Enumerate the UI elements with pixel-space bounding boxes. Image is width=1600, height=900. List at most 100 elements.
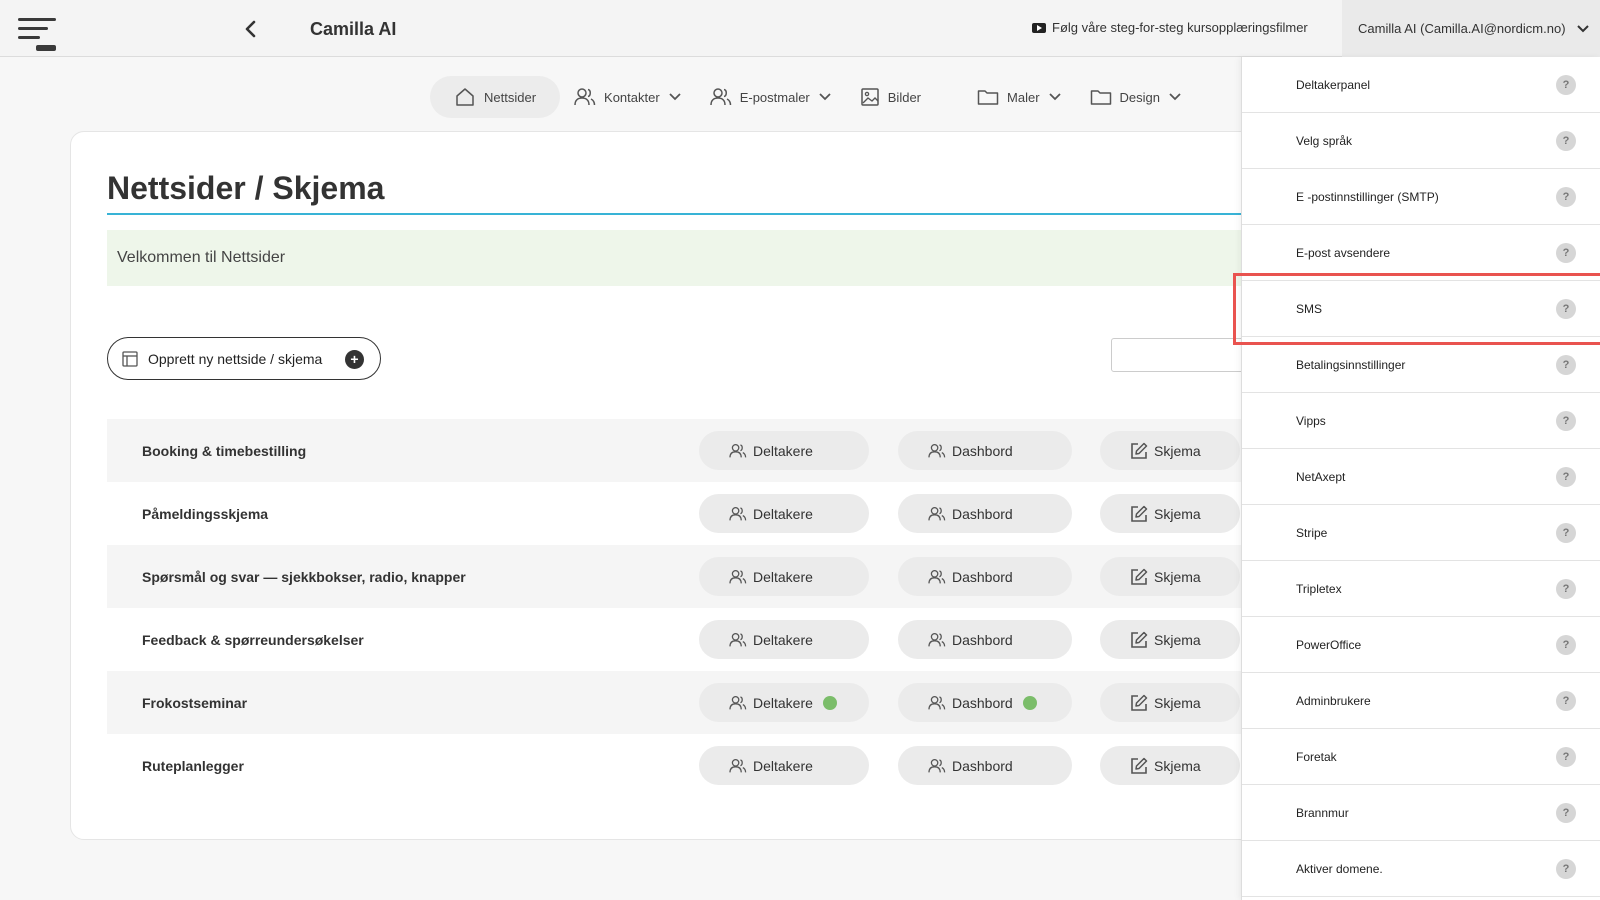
row-title[interactable]: Feedback & spørreundersøkelser xyxy=(142,632,364,648)
nav-item-kontakter[interactable]: Kontakter xyxy=(560,76,696,118)
row-title[interactable]: Frokostseminar xyxy=(142,695,247,711)
participants-label: Deltakere xyxy=(753,694,813,711)
settings-item-adminbrukere[interactable]: Adminbrukere? xyxy=(1242,673,1600,729)
help-icon[interactable]: ? xyxy=(1556,691,1576,711)
help-icon[interactable]: ? xyxy=(1556,411,1576,431)
dashboard-label: Dashbord xyxy=(952,631,1013,648)
form-button[interactable]: Skjema xyxy=(1100,494,1240,533)
settings-item-label: Tripletex xyxy=(1296,581,1342,596)
help-icon[interactable]: ? xyxy=(1556,803,1576,823)
user-menu-button[interactable]: Camilla AI (Camilla.AI@nordicm.no) xyxy=(1342,0,1600,57)
table-row: Booking & timebestilling Deltakere Dashbor… xyxy=(107,419,1271,482)
help-icon[interactable]: ? xyxy=(1556,523,1576,543)
users-icon xyxy=(729,632,747,646)
participants-button[interactable]: Deltakere xyxy=(699,557,869,596)
form-button[interactable]: Skjema xyxy=(1100,683,1240,722)
nav-item-label: Design xyxy=(1119,89,1160,105)
users-icon xyxy=(729,443,747,457)
dashboard-button[interactable]: Dashbord xyxy=(898,683,1072,722)
dashboard-label: Dashbord xyxy=(952,568,1013,585)
form-label: Skjema xyxy=(1154,694,1201,711)
nav-item-label: E-postmaler xyxy=(739,89,810,105)
settings-item-label: Brannmur xyxy=(1296,805,1349,820)
settings-item-label: Aktiver domene. xyxy=(1296,861,1383,876)
users-icon xyxy=(928,506,946,520)
dashboard-label: Dashbord xyxy=(952,757,1013,774)
tutorial-link[interactable]: Følg våre steg-for-steg kursopplæringsfi… xyxy=(1032,20,1308,35)
participants-button[interactable]: Deltakere xyxy=(699,746,869,785)
settings-item-netaxept[interactable]: NetAxept? xyxy=(1242,449,1600,505)
chevron-down-icon xyxy=(669,93,681,101)
back-arrow-icon[interactable] xyxy=(240,18,262,40)
menu-icon[interactable] xyxy=(16,16,58,52)
row-title[interactable]: Spørsmål og svar — sjekkbokser, radio, k… xyxy=(142,569,466,585)
help-icon[interactable]: ? xyxy=(1556,299,1576,319)
settings-item-aktiver-domene[interactable]: Aktiver domene.? xyxy=(1242,841,1600,897)
nav-item-label: Bilder xyxy=(887,89,922,105)
edit-icon xyxy=(1131,442,1148,459)
users-icon xyxy=(928,695,946,709)
nav-item-maler[interactable]: Maler xyxy=(963,76,1076,118)
settings-item-label: Foretak xyxy=(1296,749,1337,764)
form-button[interactable]: Skjema xyxy=(1100,557,1240,596)
row-title[interactable]: Booking & timebestilling xyxy=(142,443,306,459)
settings-item-poweroffice[interactable]: PowerOffice? xyxy=(1242,617,1600,673)
youtube-icon xyxy=(1032,22,1046,33)
settings-item-label: E-post avsendere xyxy=(1296,245,1391,260)
settings-item-vipps[interactable]: Vipps? xyxy=(1242,393,1600,449)
edit-icon xyxy=(1131,757,1148,774)
dashboard-button[interactable]: Dashbord xyxy=(898,746,1072,785)
form-button[interactable]: Skjema xyxy=(1100,746,1240,785)
row-title[interactable]: Påmeldingsskjema xyxy=(142,506,268,522)
help-icon[interactable]: ? xyxy=(1556,243,1576,263)
dashboard-button[interactable]: Dashbord xyxy=(898,431,1072,470)
settings-item-label: Betalingsinnstillinger xyxy=(1296,357,1406,372)
help-icon[interactable]: ? xyxy=(1556,355,1576,375)
participants-button[interactable]: Deltakere xyxy=(699,431,869,470)
nav-item-bilder[interactable]: Bilder xyxy=(846,76,935,118)
help-icon[interactable]: ? xyxy=(1556,579,1576,599)
help-icon[interactable]: ? xyxy=(1556,467,1576,487)
dashboard-button[interactable]: Dashbord xyxy=(898,620,1072,659)
home-icon xyxy=(454,86,476,108)
settings-item-tripletex[interactable]: Tripletex? xyxy=(1242,561,1600,617)
nav-item-nettsider[interactable]: Nettsider xyxy=(430,76,561,118)
dashboard-button[interactable]: Dashbord xyxy=(898,494,1072,533)
create-page-button[interactable]: Opprett ny nettside / skjema + xyxy=(107,337,381,380)
users-icon xyxy=(928,632,946,646)
dashboard-label: Dashbord xyxy=(952,505,1013,522)
chevron-down-icon xyxy=(1169,93,1181,101)
settings-item-brannmur[interactable]: Brannmur? xyxy=(1242,785,1600,841)
form-button[interactable]: Skjema xyxy=(1100,431,1240,470)
table-row: Ruteplanlegger Deltakere Dashbord Skjema xyxy=(107,734,1271,797)
settings-item-foretak[interactable]: Foretak? xyxy=(1242,729,1600,785)
dashboard-button[interactable]: Dashbord xyxy=(898,557,1072,596)
participants-button[interactable]: Deltakere xyxy=(699,494,869,533)
nav-item-design[interactable]: Design xyxy=(1076,76,1196,118)
dashboard-label: Dashbord xyxy=(952,694,1013,711)
main-nav: Nettsider Kontakter E-postmaler Bilder Maler… xyxy=(430,76,1196,118)
help-icon[interactable]: ? xyxy=(1556,747,1576,767)
settings-item-label: Vipps xyxy=(1296,413,1326,428)
help-icon[interactable]: ? xyxy=(1556,187,1576,207)
help-icon[interactable]: ? xyxy=(1556,75,1576,95)
help-icon[interactable]: ? xyxy=(1556,635,1576,655)
participants-button[interactable]: Deltakere xyxy=(699,620,869,659)
nav-item-e-postmaler[interactable]: E-postmaler xyxy=(696,76,846,118)
settings-item-e-post-avsendere[interactable]: E-post avsendere? xyxy=(1242,225,1600,281)
settings-item-deltakerpanel[interactable]: Deltakerpanel? xyxy=(1242,57,1600,113)
row-title[interactable]: Ruteplanlegger xyxy=(142,758,244,774)
settings-item-velg-spr-k[interactable]: Velg språk? xyxy=(1242,113,1600,169)
chevron-down-icon xyxy=(1048,93,1061,101)
settings-item-stripe[interactable]: Stripe? xyxy=(1242,505,1600,561)
settings-item-e-postinnstillinger-smtp[interactable]: E -postinnstillinger (SMTP)? xyxy=(1242,169,1600,225)
nav-item-label: Nettsider xyxy=(484,89,537,105)
settings-item-betalingsinnstillinger[interactable]: Betalingsinnstillinger? xyxy=(1242,337,1600,393)
settings-item-sms[interactable]: SMS? xyxy=(1242,281,1600,337)
form-label: Skjema xyxy=(1154,757,1201,774)
help-icon[interactable]: ? xyxy=(1556,859,1576,879)
settings-item-label: Stripe xyxy=(1296,525,1328,540)
help-icon[interactable]: ? xyxy=(1556,131,1576,151)
participants-button[interactable]: Deltakere xyxy=(699,683,869,722)
form-button[interactable]: Skjema xyxy=(1100,620,1240,659)
